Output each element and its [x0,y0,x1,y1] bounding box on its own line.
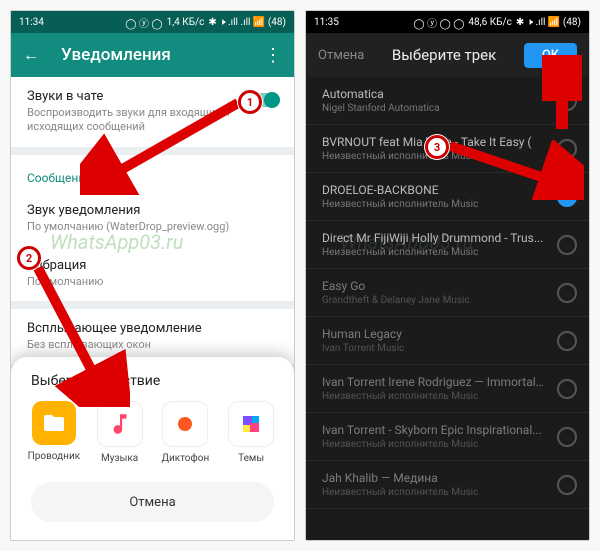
row-notification-sound[interactable]: Звук уведомления По умолчанию (WaterDrop… [11,191,294,246]
sheet-apps: Проводник Музыка Диктофон Темы [21,401,284,464]
track-title: Easy Go [322,279,545,293]
track-row[interactable]: Human Legacy Ivan Torrent Music [306,317,589,365]
more-icon[interactable]: ⋮ [264,45,282,66]
popup-title: Всплывающее уведомление [27,321,278,336]
recorder-icon [162,401,208,447]
track-title: DROELOE-BACKBONE [322,183,545,197]
track-artist: Nigel Stanford Automatica [322,103,545,114]
status-net: 1,4 КБ/с [167,17,205,28]
music-icon [97,401,143,447]
status-icons: ◯ ⓨ ◯ [125,15,162,30]
track-radio[interactable] [557,235,577,255]
app-bar: ← Уведомления ⋮ [11,33,294,77]
cancel-label: Отмена [129,495,175,510]
track-row[interactable]: Easy Go Grandtheft & Delaney Jane Music [306,269,589,317]
track-radio[interactable] [557,283,577,303]
app-label: Проводник [28,451,81,462]
track-row[interactable]: Jah Khalib — Медина Неизвестный исполните… [306,461,589,509]
notif-sound-title: Звук уведомления [27,203,278,218]
status-time: 11:35 [314,17,339,28]
track-row[interactable]: Automatica Nigel Stanford Automatica [306,77,589,125]
track-artist: Неизвестный исполнитель Music [322,199,545,210]
status-net: 48,6 КБ/с [468,17,511,28]
track-artist: Ivan Torrent Music [322,343,545,354]
app-music[interactable]: Музыка [90,401,150,464]
track-row[interactable]: DROELOE-BACKBONE Неизвестный исполнитель … [306,173,589,221]
app-label: Музыка [101,453,138,464]
themes-icon [228,401,274,447]
track-row[interactable]: Ivan Torrent Irene Rodriguez — Immortal.… [306,365,589,413]
section-label-messages: Сообщения [11,155,294,191]
sheet-title: Выберите действие [21,371,284,401]
track-title: Ivan Torrent Irene Rodriguez — Immortal.… [322,375,545,389]
track-title: BVRNOUT feat Mia Vaile - Take It Easy ( [322,135,545,149]
action-sheet: Выберите действие Проводник Музыка Дикто… [11,357,294,540]
picker-bar: Отмена Выберите трек OK [306,33,589,77]
track-list[interactable]: Automatica Nigel Stanford Automatica BVRNO… [306,77,589,540]
picker-cancel[interactable]: Отмена [318,48,364,63]
track-radio[interactable] [557,475,577,495]
track-title: Ivan Torrent - Skyborn Epic Inspirationa… [322,423,545,437]
track-row[interactable]: Ivan Torrent - Skyborn Epic Inspirationa… [306,413,589,461]
ok-button[interactable]: OK [524,43,577,68]
vibration-sub: По умолчанию [27,275,278,289]
row-vibration[interactable]: Вибрация По умолчанию [11,246,294,301]
divider [11,301,294,309]
chat-sounds-title: Звуки в чате [27,89,248,104]
app-label: Диктофон [162,453,210,464]
page-title: Уведомления [61,45,242,65]
status-signal: ✱ 🕨 .ıll 📶 (48) [516,17,581,28]
track-title: Automatica [322,87,545,101]
picker-title: Выберите трек [392,46,496,64]
vibration-title: Вибрация [27,258,278,273]
popup-sub: Без всплывающих окон [27,338,278,352]
track-radio[interactable] [557,187,577,207]
settings-content: Звуки в чате Воспроизводить звуки для вх… [11,77,294,364]
track-title: Direct Mr FijiWiji Holly Drummond - Trus… [322,231,545,245]
track-artist: Неизвестный исполнитель Music [322,151,545,162]
track-radio[interactable] [557,139,577,159]
phone-right-track-picker: 11:35 ◯ ⓨ ◯ ◯ 48,6 КБ/с ✱ 🕨 .ıll 📶 (48) … [305,10,590,541]
app-themes[interactable]: Темы [221,401,281,464]
track-artist: Grandtheft & Delaney Jane Music [322,295,545,306]
track-row[interactable]: Direct Mr FijiWiji Holly Drummond - Trus… [306,221,589,269]
status-time: 11:34 [19,17,44,28]
track-radio[interactable] [557,427,577,447]
app-label: Темы [238,453,264,464]
track-artist: Неизвестный исполнитель Music [322,439,545,450]
phone-left-settings: 11:34 ◯ ⓨ ◯ 1,4 КБ/с ✱ 🕨 .ıll .ıll 📶 (48… [10,10,295,541]
row-chat-sounds[interactable]: Звуки в чате Воспроизводить звуки для вх… [11,77,294,147]
track-title: Human Legacy [322,327,545,341]
track-radio[interactable] [557,379,577,399]
track-artist: Неизвестный исполнитель Music [322,391,545,402]
track-title: Jah Khalib — Медина [322,471,545,485]
app-file-explorer[interactable]: Проводник [24,401,84,464]
chat-sounds-toggle[interactable] [248,93,278,107]
track-artist: Неизвестный исполнитель Music [322,247,545,258]
track-radio[interactable] [557,91,577,111]
status-bar: 11:35 ◯ ⓨ ◯ ◯ 48,6 КБ/с ✱ 🕨 .ıll 📶 (48) [306,11,589,33]
chat-sounds-sub: Воспроизводить звуки для входящих и исхо… [27,106,248,135]
folder-icon [32,401,76,445]
notif-sound-sub: По умолчанию (WaterDrop_preview.ogg) [27,220,278,234]
status-icons: ◯ ⓨ ◯ ◯ [413,15,464,30]
divider [11,147,294,155]
status-signal: ✱ 🕨 .ıll .ıll 📶 (48) [208,17,286,28]
track-radio[interactable] [557,331,577,351]
app-recorder[interactable]: Диктофон [155,401,215,464]
sheet-cancel-button[interactable]: Отмена [31,482,274,522]
track-row[interactable]: BVRNOUT feat Mia Vaile - Take It Easy ( Н… [306,125,589,173]
back-icon[interactable]: ← [23,45,39,65]
track-artist: Неизвестный исполнитель Music [322,487,545,498]
status-bar: 11:34 ◯ ⓨ ◯ 1,4 КБ/с ✱ 🕨 .ıll .ıll 📶 (48… [11,11,294,33]
